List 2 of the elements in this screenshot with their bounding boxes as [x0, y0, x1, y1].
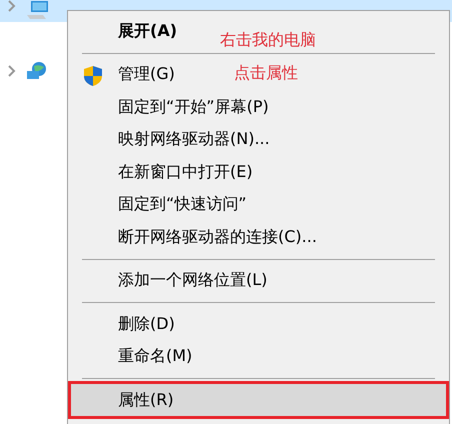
annotation-text: 右击我的电脑 [220, 30, 316, 51]
annotation-text: 点击属性 [234, 63, 298, 84]
